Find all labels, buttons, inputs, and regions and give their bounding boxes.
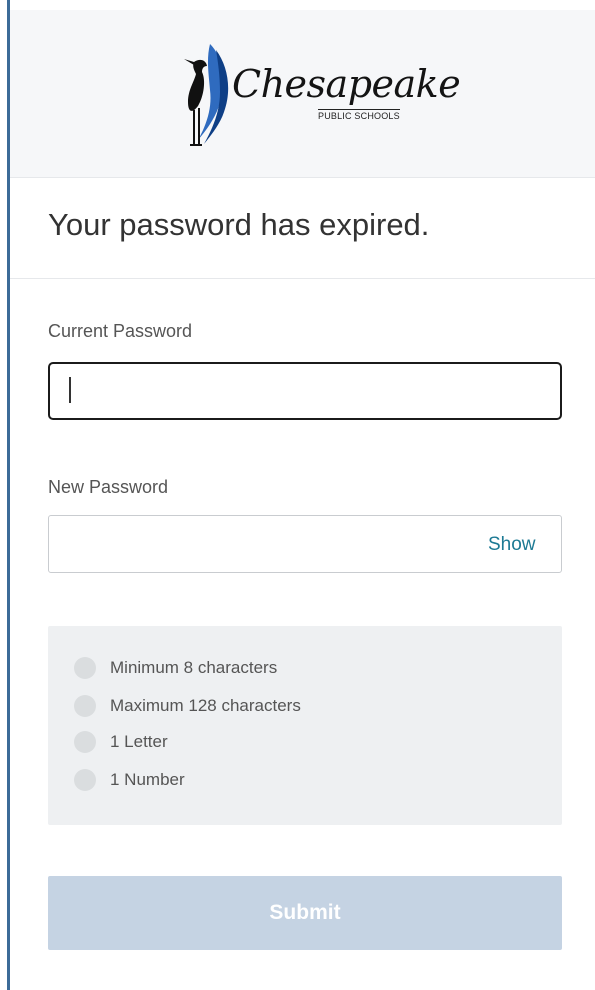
password-expired-panel: Chesapeake PUBLIC SCHOOLS Your password … bbox=[10, 10, 595, 990]
requirement-item: Maximum 128 characters bbox=[74, 694, 301, 718]
requirement-label: Maximum 128 characters bbox=[110, 696, 301, 715]
new-password-input[interactable] bbox=[48, 515, 562, 573]
school-logo: Chesapeake PUBLIC SCHOOLS bbox=[180, 40, 461, 152]
new-password-label: New Password bbox=[48, 477, 169, 497]
requirement-label: 1 Letter bbox=[110, 732, 168, 751]
current-password-input[interactable] bbox=[48, 362, 562, 420]
requirement-item: Minimum 8 characters bbox=[74, 656, 277, 680]
page-title: Your password has expired. bbox=[48, 207, 430, 242]
text-caret bbox=[69, 377, 71, 403]
submit-button[interactable]: Submit bbox=[48, 876, 562, 950]
password-requirements: Minimum 8 characters Maximum 128 charact… bbox=[48, 626, 562, 825]
header: Chesapeake PUBLIC SCHOOLS bbox=[10, 10, 595, 178]
requirement-label: 1 Number bbox=[110, 770, 185, 789]
heron-bird-icon bbox=[184, 44, 229, 146]
title-row: Your password has expired. bbox=[10, 178, 595, 279]
circle-icon bbox=[74, 731, 96, 753]
requirement-item: 1 Number bbox=[74, 768, 185, 792]
requirement-label: Minimum 8 characters bbox=[110, 658, 278, 677]
logo-wordmark: Chesapeake bbox=[232, 62, 461, 106]
circle-icon bbox=[74, 695, 96, 717]
circle-icon bbox=[74, 657, 96, 679]
current-password-label: Current Password bbox=[48, 321, 193, 341]
requirement-item: 1 Letter bbox=[74, 730, 168, 754]
logo-subtitle: PUBLIC SCHOOLS bbox=[318, 109, 400, 121]
circle-icon bbox=[74, 769, 96, 791]
show-password-toggle[interactable]: Show bbox=[488, 534, 536, 556]
